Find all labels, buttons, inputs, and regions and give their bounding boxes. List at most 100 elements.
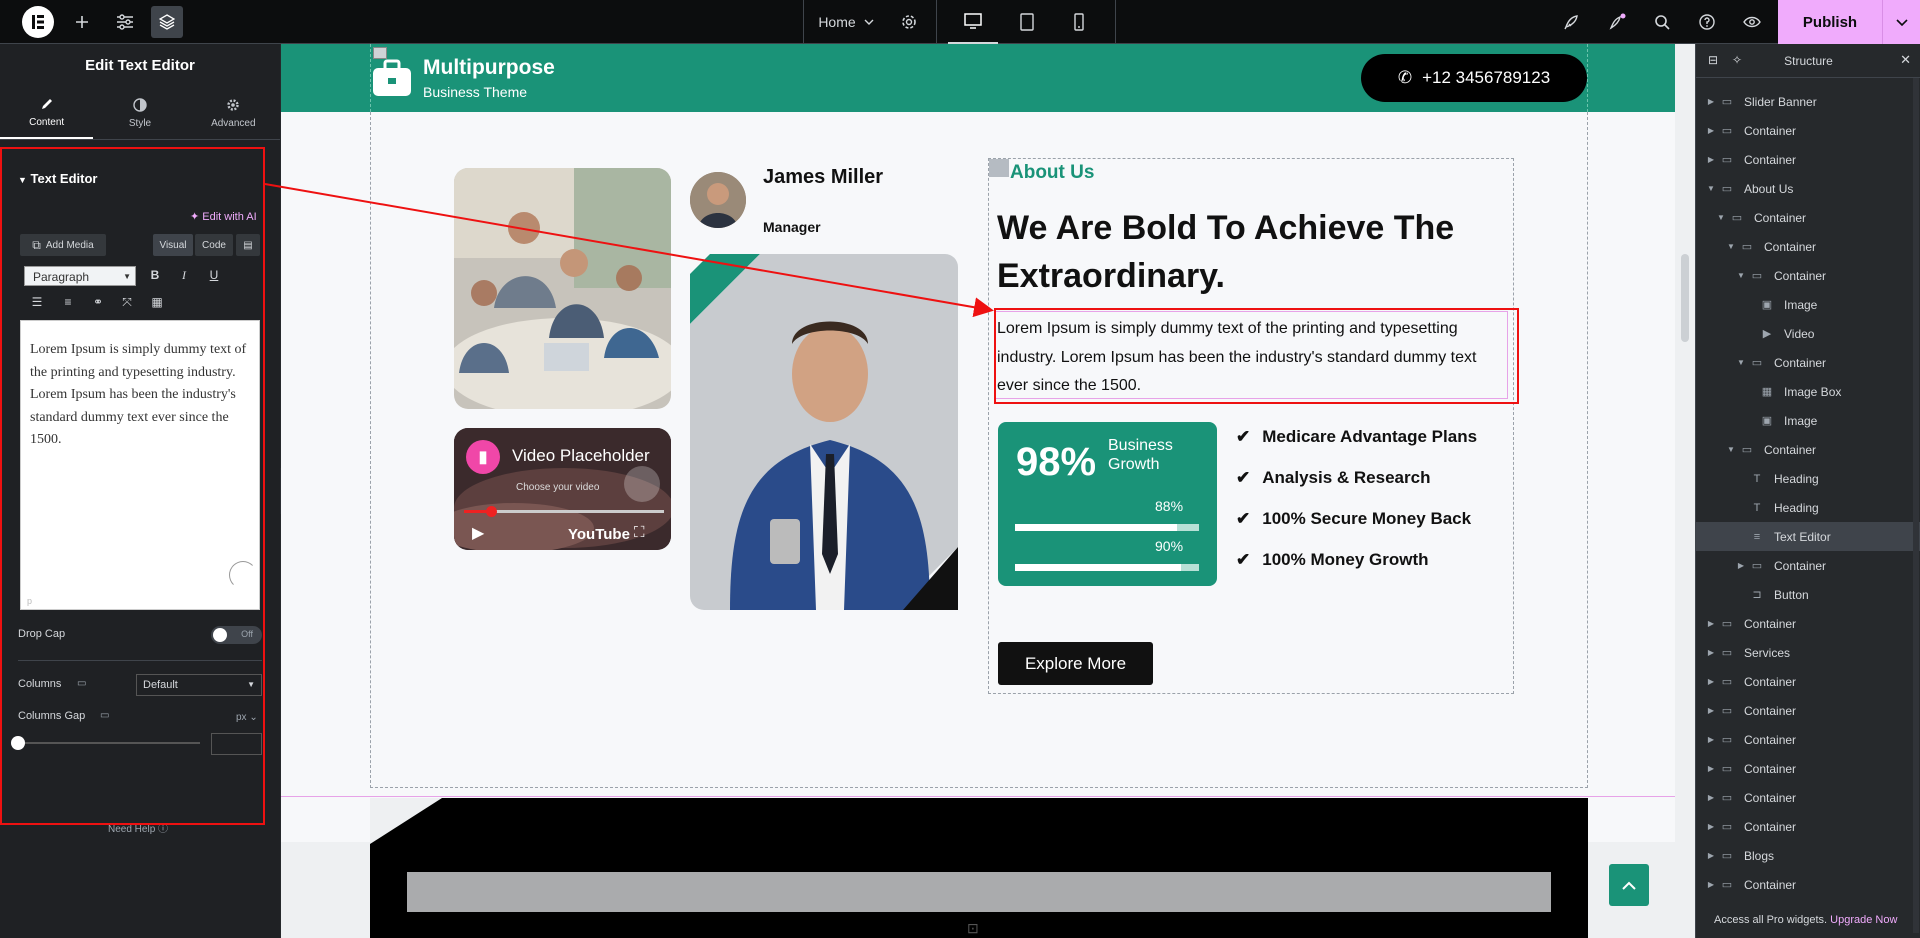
play-icon[interactable]: ▶ [472,523,484,543]
caret-right-icon[interactable]: ▶ [1706,97,1716,106]
structure-item[interactable]: ▼ ▭ Container [1696,261,1920,290]
structure-item[interactable]: ▶ ▭ Container [1696,609,1920,638]
need-help-link[interactable]: Need Help ⓘ [108,820,168,835]
caret-down-icon[interactable]: ▼ [1736,358,1746,367]
text-editor-area[interactable]: Lorem Ipsum is simply dummy text of the … [20,320,260,610]
upgrade-now-link[interactable]: Upgrade Now [1830,914,1897,926]
link-icon[interactable]: ⚭ [89,295,107,309]
structure-item[interactable]: ▣ Image [1696,406,1920,435]
caret-right-icon[interactable]: ▶ [1706,648,1716,657]
responsive-desktop-icon[interactable]: ▭ [100,710,109,721]
numbered-list-icon[interactable]: ≡ [59,295,77,309]
editor-content[interactable]: Lorem Ipsum is simply dummy text of the … [21,321,259,452]
edit-with-ai-button[interactable]: ✦ Edit with AI [190,210,257,223]
visual-tab[interactable]: Visual [153,234,193,256]
caret-right-icon[interactable]: ▶ [1706,880,1716,889]
section-handle-icon[interactable]: ⊡ [967,920,979,937]
add-element-icon[interactable] [70,0,94,44]
caret-down-icon[interactable]: ▼ [1726,242,1736,251]
structure-item[interactable]: ▶ ▭ Slider Banner [1696,87,1920,116]
caret-right-icon[interactable]: ▶ [1706,793,1716,802]
structure-item[interactable]: ▣ Image [1696,290,1920,319]
container-handle-icon[interactable] [989,159,1009,177]
structure-item[interactable]: ▶ ▭ Container [1696,145,1920,174]
fullscreen-icon[interactable]: ⛶ [634,524,645,541]
caret-down-icon[interactable]: ▼ [1736,271,1746,280]
businessman-image[interactable] [690,254,958,610]
preview-eye-icon[interactable] [1741,0,1763,44]
caret-right-icon[interactable]: ▶ [1706,735,1716,744]
mobile-view-icon[interactable] [1054,0,1104,44]
caret-right-icon[interactable]: ▶ [1706,677,1716,686]
columns-gap-slider-handle[interactable] [11,736,25,750]
close-icon[interactable]: ✕ [1900,52,1911,68]
structure-item[interactable]: ▶ ▭ Container [1696,551,1920,580]
caret-right-icon[interactable]: ▶ [1736,561,1746,570]
caret-right-icon[interactable]: ▶ [1706,126,1716,135]
caret-down-icon[interactable]: ▼ [1726,445,1736,454]
explore-more-button[interactable]: Explore More [998,642,1153,685]
structure-item[interactable]: ▶ ▭ Container [1696,754,1920,783]
team-meeting-image[interactable] [454,168,671,409]
scroll-to-top-button[interactable] [1609,864,1649,906]
elementor-logo-icon[interactable] [20,0,56,44]
publish-button[interactable]: Publish [1778,0,1920,44]
structure-item[interactable]: ▶ ▭ Services [1696,638,1920,667]
structure-scrollbar[interactable] [1913,78,1919,933]
structure-item[interactable]: ⊐ Button [1696,580,1920,609]
underline-icon[interactable]: U [205,268,223,282]
publish-options-chevron-icon[interactable] [1882,0,1920,44]
structure-item[interactable]: ▶ ▭ Container [1696,812,1920,841]
tablet-view-icon[interactable] [1002,0,1052,44]
structure-item[interactable]: ▶ ▭ Container [1696,667,1920,696]
caret-right-icon[interactable]: ▶ [1706,822,1716,831]
video-progress-handle[interactable] [486,506,497,517]
fullscreen-icon[interactable]: ⤧ [118,295,136,310]
gap-unit-select[interactable]: px ⌄ [236,712,258,723]
structure-item[interactable]: T Heading [1696,464,1920,493]
phone-button[interactable]: ✆ +12 3456789123 [1361,54,1587,102]
italic-icon[interactable]: I [175,268,193,283]
notifications-icon[interactable] [1606,0,1628,44]
caret-right-icon[interactable]: ▶ [1706,851,1716,860]
structure-item[interactable]: ▶ ▭ Container [1696,725,1920,754]
tab-advanced[interactable]: Advanced [187,88,280,139]
search-icon[interactable] [1651,0,1673,44]
columns-select[interactable]: Default ▼ [136,674,262,696]
structure-layers-icon[interactable] [151,6,183,38]
tab-style[interactable]: Style [93,88,186,139]
page-settings-icon[interactable] [898,0,920,44]
caret-right-icon[interactable]: ▶ [1706,619,1716,628]
structure-item[interactable]: ▶ ▭ Container [1696,696,1920,725]
structure-item[interactable]: ▼ ▭ Container [1696,232,1920,261]
help-icon[interactable] [1696,0,1718,44]
bullet-list-icon[interactable]: ☰ [28,295,46,309]
page-selector[interactable]: Home [816,0,876,44]
database-icon[interactable]: ▤ [236,234,260,256]
desktop-view-icon[interactable] [948,0,998,44]
caret-right-icon[interactable]: ▶ [1706,706,1716,715]
structure-item[interactable]: ▶ ▭ Container [1696,783,1920,812]
caret-right-icon[interactable]: ▶ [1706,155,1716,164]
structure-item[interactable]: ▼ ▭ About Us [1696,174,1920,203]
paragraph-format-select[interactable]: Paragraph ▼ [24,266,136,286]
text-editor-section-toggle[interactable]: ▼ Text Editor [18,171,97,186]
caret-right-icon[interactable]: ▶ [1706,764,1716,773]
structure-item[interactable]: T Heading [1696,493,1920,522]
rocket-icon[interactable] [1560,0,1582,44]
site-settings-icon[interactable] [113,0,137,44]
columns-gap-slider-track[interactable] [20,742,200,744]
code-tab[interactable]: Code [195,234,233,256]
structure-item[interactable]: ▶ ▭ Blogs [1696,841,1920,870]
caret-down-icon[interactable]: ▼ [1716,213,1726,222]
responsive-desktop-icon[interactable]: ▭ [77,678,86,689]
structure-item[interactable]: ▶ Video [1696,319,1920,348]
structure-item[interactable]: ≡ Text Editor [1696,522,1920,551]
tab-content[interactable]: Content [0,88,94,139]
video-placeholder[interactable]: ▮ Video Placeholder Choose your video ▶ … [454,428,671,550]
drop-cap-toggle[interactable]: Off [211,626,262,644]
bold-icon[interactable]: B [146,268,164,282]
columns-gap-input[interactable] [211,733,262,755]
structure-item[interactable]: ▼ ▭ Container [1696,435,1920,464]
caret-down-icon[interactable]: ▼ [1706,184,1716,193]
